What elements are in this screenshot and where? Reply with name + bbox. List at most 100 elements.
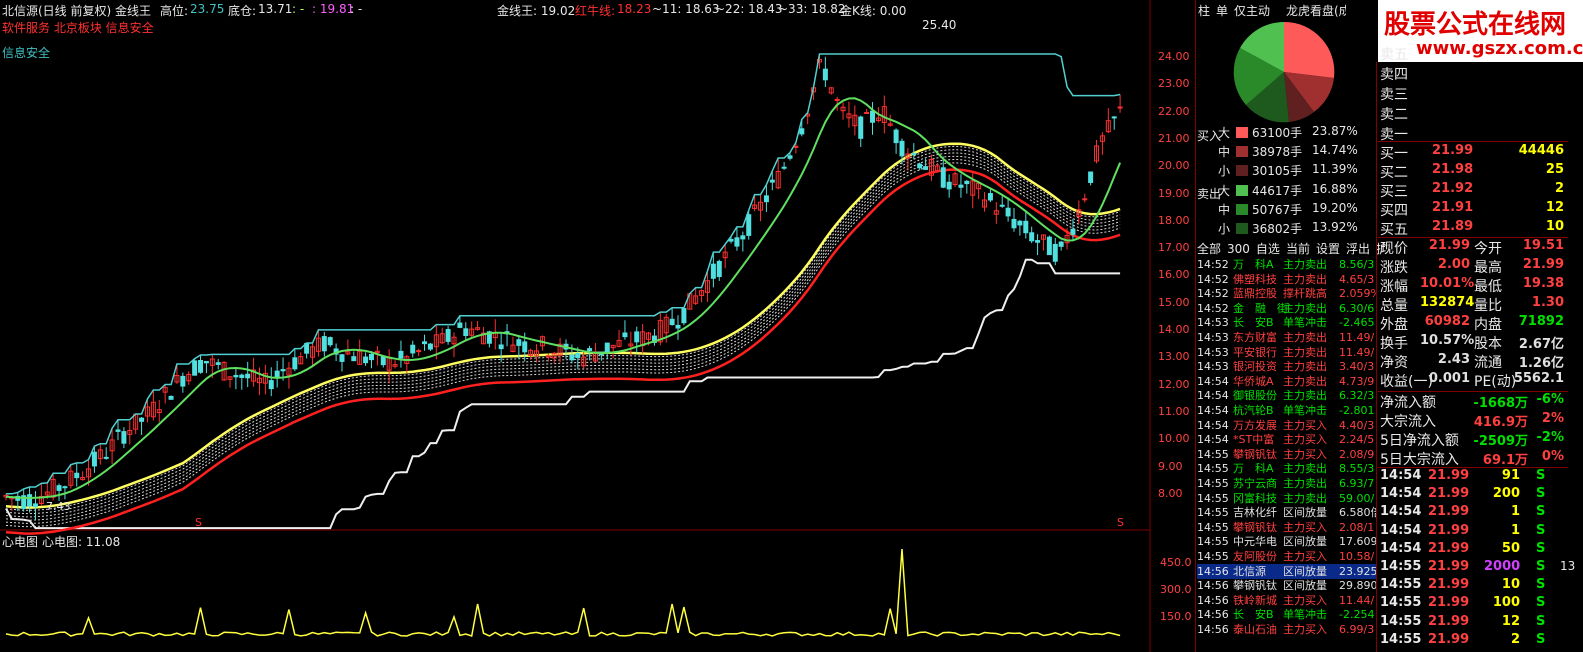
tab-bar[interactable]: 柱: [1198, 2, 1210, 19]
alert-action: 主力买入: [1283, 520, 1327, 534]
price-axis-label: 23.00: [1158, 77, 1190, 91]
bid-volume: 10: [1545, 219, 1564, 234]
indicator-text: 金线王: 19.02: [497, 4, 576, 18]
candle-body: [363, 356, 369, 364]
trade-alert-row[interactable]: 14:56 攀钢钒钛 区间放量 29.890: [1197, 578, 1377, 593]
volume-value: 50767手: [1252, 203, 1303, 217]
trade-alert-row[interactable]: 14:54 杭汽轮B 单笔冲击 -2.801: [1197, 403, 1377, 418]
trade-alert-row[interactable]: 14:52 万 科A 主力卖出 8.56/3: [1197, 257, 1377, 272]
alert-time: 14:56: [1197, 623, 1229, 636]
support-line: [5, 258, 1121, 530]
price-axis-label: 12.00: [1158, 377, 1190, 391]
trade-alert-row[interactable]: 14:53 东方财富 主力卖出 11.49/: [1197, 330, 1377, 345]
tick-time: 14:54: [1380, 468, 1422, 483]
tab-active-only[interactable]: 仅主动: [1234, 2, 1270, 19]
trade-alert-row[interactable]: 14:55 攀钢钒钛 主力买入 2.08/1: [1197, 520, 1377, 535]
bid-price: 21.91: [1432, 200, 1474, 215]
trade-alert-row[interactable]: 14:54 *ST中富 主力买入 2.24/5: [1197, 432, 1377, 447]
gold-line: [5, 142, 1121, 509]
candle-body: [121, 431, 127, 444]
trade-alert-row[interactable]: 14:54 御银股份 主力卖出 6.32/3: [1197, 388, 1377, 403]
alert-stock: 金 融 街: [1233, 301, 1288, 315]
osc-value: 心电图: 11.08: [42, 535, 121, 549]
filter-tab[interactable]: 全部: [1197, 242, 1221, 256]
candle-body: [274, 370, 280, 378]
alert-action: 主力买入: [1283, 623, 1327, 636]
tick-price: 21.99: [1428, 595, 1470, 611]
alert-value: 8.55/3: [1339, 462, 1375, 476]
alert-value: 2.08/1: [1339, 520, 1375, 534]
alert-time: 14:52: [1197, 272, 1229, 286]
filter-tab[interactable]: 浮出: [1346, 242, 1370, 256]
candle-body: [893, 129, 899, 144]
kline-svg[interactable]: SS: [0, 0, 1195, 652]
trade-alert-row[interactable]: 14:56 长 安B 单笔冲击 -2.254: [1197, 607, 1377, 622]
candle-body: [728, 238, 734, 242]
flow-percent: -2%: [1536, 430, 1564, 445]
candle-body: [734, 237, 740, 247]
trade-alert-row[interactable]: 14:56 北信源 区间放量 23.925: [1197, 563, 1377, 579]
trade-alert-row[interactable]: 14:53 长 安B 单笔冲击 -2.465: [1197, 315, 1377, 330]
ma-band-line: [5, 155, 1121, 521]
trade-alert-row[interactable]: 14:52 金 融 街主力卖出 6.30/6: [1197, 301, 1377, 316]
trade-alert-row[interactable]: 14:52 佛塑科技 主力卖出 4.65/3: [1197, 272, 1377, 287]
candle-body: [416, 350, 422, 353]
alert-action: 主力卖出: [1283, 360, 1327, 374]
trade-alert-row[interactable]: 14:55 冈富科技 主力卖出 59.00/: [1197, 491, 1377, 506]
candle-body: [351, 356, 357, 362]
sell-side-label: 卖出: [1197, 187, 1222, 201]
trade-alert-row[interactable]: 14:54 华侨城A 主力卖出 4.73/9: [1197, 374, 1377, 389]
trade-alert-row[interactable]: 14:55 苏宁云商 主力卖出 6.93/7: [1197, 476, 1377, 491]
quote-label: 净资: [1380, 355, 1408, 371]
tab-single[interactable]: 单: [1216, 2, 1228, 19]
alert-stock: 平安银行: [1233, 345, 1277, 359]
trade-alert-row[interactable]: 14:55 友阿股份 主力买入 10.58/: [1197, 549, 1377, 564]
kline-chart[interactable]: SS: [0, 0, 1195, 652]
candle-body: [280, 369, 286, 372]
trade-alert-row[interactable]: 14:56 铁岭新城 主力买入 11.44/: [1197, 593, 1377, 608]
candle-body: [1023, 220, 1029, 234]
tick-time: 14:54: [1380, 522, 1422, 538]
trade-alert-row[interactable]: 14:53 银河投资 主力卖出 3.40/3: [1197, 359, 1377, 374]
tick-side: S: [1536, 504, 1546, 520]
alert-stock: 杭汽轮B: [1233, 404, 1274, 417]
flow-value: -1668万: [1473, 396, 1528, 411]
tick-extra: 13: [1560, 559, 1576, 573]
alert-action: 主力卖出: [1283, 477, 1327, 490]
tick-volume: 1: [1510, 522, 1520, 538]
filter-tab[interactable]: 设置: [1316, 242, 1340, 256]
trade-alert-row[interactable]: 14:55 攀钢钒钛 主力买入 2.08/9: [1197, 447, 1377, 462]
trade-alert-row[interactable]: 14:55 吉林化纤 区间放量 6.580倍: [1197, 505, 1377, 520]
price-axis-label: 14.00: [1158, 323, 1190, 336]
alert-time: 14:55: [1197, 491, 1229, 505]
candle-body: [746, 214, 752, 236]
candle-body: [822, 68, 828, 81]
tab-dragon-tiger[interactable]: 龙虎看盘(成交明细): [1286, 2, 1346, 19]
tick-side: S: [1536, 540, 1546, 556]
filter-tabs[interactable]: 全部 300 自选 当前 设置 浮出扩: [1197, 240, 1394, 257]
gold-k-value: 金K线: 0.00: [840, 4, 907, 18]
peak-price-label: 25.40: [922, 18, 957, 32]
candle-body: [587, 348, 593, 351]
filter-tab[interactable]: 300: [1227, 242, 1250, 256]
alert-value: -2.254: [1339, 608, 1375, 622]
filter-tab[interactable]: 当前: [1286, 242, 1310, 256]
candle-body: [958, 184, 964, 188]
alert-stock: 攀钢钒钛: [1233, 447, 1277, 461]
trade-alert-row[interactable]: 14:55 中元华电 区间放量 17.609: [1197, 534, 1377, 549]
osc-title: 心电图: [2, 535, 39, 549]
trade-alert-row[interactable]: 14:55 万 科A 主力卖出 8.55/3: [1197, 461, 1377, 476]
alert-time: 14:52: [1197, 301, 1229, 315]
alert-stock: 东方财富: [1233, 331, 1277, 344]
candle-body: [787, 155, 793, 159]
quote-label-2: 最低: [1474, 279, 1502, 295]
candle-body: [1046, 236, 1052, 256]
filter-tab[interactable]: 自选: [1256, 242, 1280, 256]
candle-body: [245, 373, 251, 379]
ma11-value: ~11: 18.63: [652, 2, 720, 16]
trade-alert-row[interactable]: 14:54 万方发展 主力买入 4.40/3: [1197, 418, 1377, 433]
trade-alert-row[interactable]: 14:52 蓝鼎控股 撑杆跳高 2.059%: [1197, 286, 1377, 301]
alert-stock: 中元华电: [1233, 535, 1277, 549]
trade-alert-row[interactable]: 14:56 泰山石油 主力买入 6.99/3: [1197, 622, 1377, 637]
trade-alert-row[interactable]: 14:53 平安银行 主力卖出 11.49/: [1197, 345, 1377, 360]
